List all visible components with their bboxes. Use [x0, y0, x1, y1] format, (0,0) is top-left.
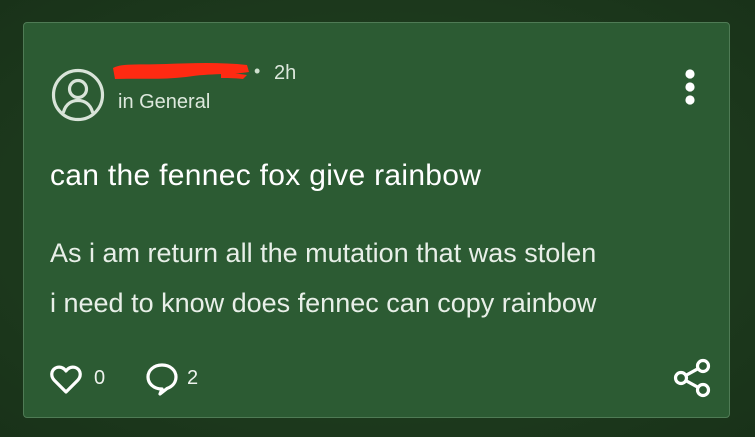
- page: • 2h in General can the fennec fox give …: [0, 0, 755, 437]
- like-button[interactable]: [48, 361, 84, 397]
- comment-icon: [146, 363, 178, 396]
- more-options-icon[interactable]: [678, 67, 702, 107]
- meta-separator: •: [254, 61, 261, 81]
- post-body-line: i need to know does fennec can copy rain…: [50, 288, 597, 318]
- subforum-link[interactable]: in General: [118, 90, 210, 114]
- post-time: 2h: [274, 62, 297, 84]
- user-avatar-icon[interactable]: [50, 67, 106, 123]
- heart-icon: [50, 365, 82, 394]
- comment-count: 2: [187, 367, 199, 389]
- share-button[interactable]: [672, 357, 714, 399]
- comment-button[interactable]: [144, 361, 180, 397]
- like-count: 0: [94, 367, 106, 389]
- share-icon: [673, 358, 711, 398]
- post-body: As i am return all the mutation that was…: [50, 228, 710, 328]
- post-title[interactable]: can the fennec fox give rainbow: [50, 157, 481, 195]
- post-card[interactable]: • 2h in General can the fennec fox give …: [23, 22, 730, 418]
- post-body-line: As i am return all the mutation that was…: [50, 238, 597, 268]
- redaction-mark: [113, 63, 249, 79]
